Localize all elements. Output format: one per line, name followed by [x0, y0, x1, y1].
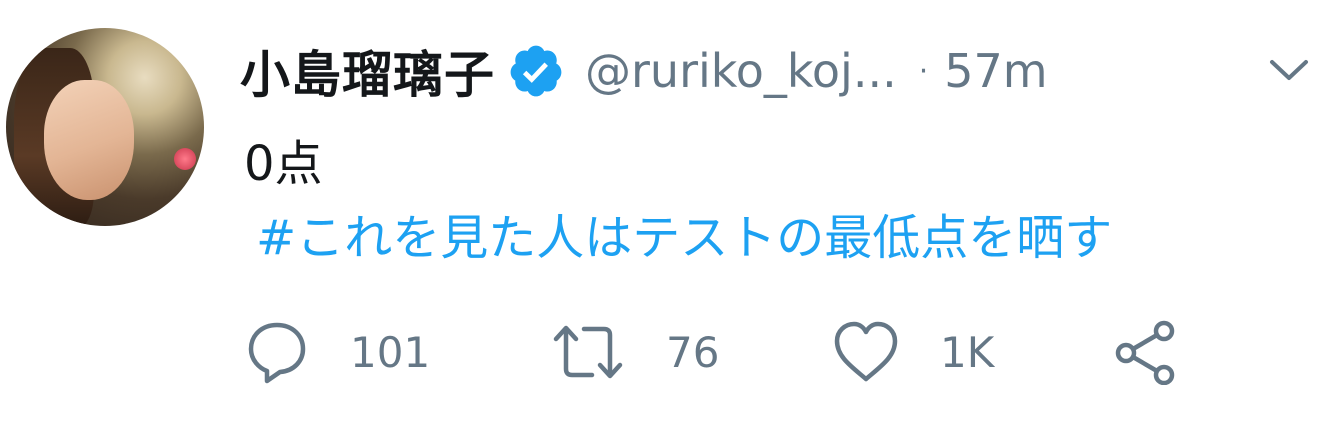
- tweet-text: 0点: [244, 136, 323, 192]
- retweet-icon: [553, 325, 623, 379]
- hashtag-link[interactable]: #これを見た人はテストの最低点を晒す: [256, 198, 1112, 268]
- reply-button[interactable]: 101: [244, 316, 430, 388]
- avatar-flower: [174, 148, 196, 170]
- avatar[interactable]: [6, 28, 204, 226]
- like-icon: [834, 321, 898, 382]
- display-name[interactable]: 小島瑠璃子: [240, 35, 495, 107]
- verified-badge-icon: [507, 42, 565, 100]
- user-handle[interactable]: @ruriko_koj...: [585, 44, 897, 98]
- reply-icon: [248, 322, 306, 384]
- reply-count: 101: [350, 327, 431, 377]
- like-count: 1K: [940, 327, 995, 377]
- avatar-flower: [182, 188, 198, 204]
- share-button[interactable]: [1112, 316, 1182, 388]
- chevron-down-icon[interactable]: [1264, 50, 1314, 90]
- retweet-count: 76: [666, 327, 720, 377]
- tweet-actions: 101 76 1K: [244, 316, 1304, 388]
- share-icon: [1115, 320, 1175, 385]
- tweet-header: 小島瑠璃子 @ruriko_koj... · 57m: [240, 36, 1048, 106]
- separator-dot: ·: [918, 53, 929, 89]
- retweet-button[interactable]: 76: [550, 316, 719, 388]
- avatar-face: [44, 80, 134, 200]
- tweet-timestamp[interactable]: 57m: [944, 44, 1047, 98]
- like-button[interactable]: 1K: [832, 316, 994, 388]
